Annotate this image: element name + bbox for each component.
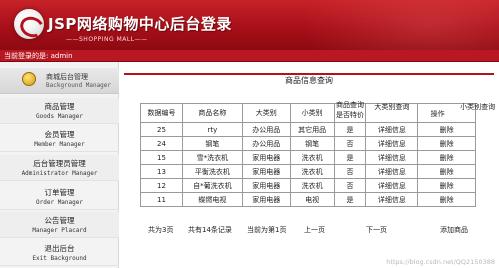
detail-link[interactable]: 详细信息 <box>365 164 419 179</box>
status-bar: 当前登录的是: admin <box>0 50 499 62</box>
table-row: 25 rty 办公用品 其它用品 是 详细信息 删除 <box>140 122 476 137</box>
sidebar-item-exit[interactable]: 退出后台 Exit Background <box>0 240 119 266</box>
total-records: 共有14条记录 <box>188 226 232 234</box>
cell-name: 钢笔 <box>181 136 243 151</box>
cell-id: 24 <box>140 136 183 151</box>
detail-link[interactable]: 详细信息 <box>365 150 419 165</box>
cell-id: 13 <box>140 164 183 179</box>
site-subtitle: ——SHOPPING MALL—— <box>66 36 148 43</box>
cell-big-category: 办公用品 <box>241 122 291 137</box>
cell-big-category: 家用电器 <box>241 178 291 193</box>
sidebar-item-members[interactable]: 会员管理 Member Manager <box>0 126 119 152</box>
next-page-link[interactable]: 下一页 <box>366 225 387 235</box>
sidebar-item-sublabel: Member Manager <box>34 141 85 148</box>
delete-link[interactable]: 删除 <box>417 122 476 137</box>
header-banner: JSP网络购物中心后台登录 ——SHOPPING MALL—— <box>0 0 499 50</box>
cell-id: 15 <box>140 150 183 165</box>
column-header: 操作 小类别查询 <box>417 103 495 123</box>
goods-table: 数据编号 商品名称 大类别 小类别 商品查询 是否特价 大类别查询 操作 小类别查询… <box>140 101 495 207</box>
table-row: 13 平衡洗衣机 家用电器 洗衣机 否 详细信息 删除 <box>140 164 476 179</box>
column-header: 数据编号 <box>140 103 183 123</box>
cell-special: 否 <box>333 178 367 193</box>
big-category-query-link[interactable]: 大类别查询 <box>367 102 416 112</box>
cell-small-category: 其它用品 <box>289 122 335 137</box>
cell-id: 25 <box>140 122 183 137</box>
cell-small-category: 电视 <box>289 192 335 207</box>
column-header: 小类别 <box>289 103 335 123</box>
sidebar-header-en: Background Manager <box>46 82 112 89</box>
cell-id: 11 <box>140 192 183 207</box>
delete-link[interactable]: 删除 <box>417 150 476 165</box>
cell-big-category: 办公用品 <box>241 136 291 151</box>
page-title: 商品信息查询 <box>285 76 333 85</box>
sidebar-item-label: 订单管理 <box>44 188 75 197</box>
cell-small-category: 洗衣机 <box>289 150 335 165</box>
cell-name: 雪*洗衣机 <box>181 150 243 165</box>
logo-icon <box>14 9 44 39</box>
table-row: 12 自*葡洗衣机 家用电器 洗衣机 否 详细信息 删除 <box>140 178 476 193</box>
table-row: 15 雪*洗衣机 家用电器 洗衣机 是 详细信息 删除 <box>140 150 476 165</box>
sidebar-item-administrators[interactable]: 后台管理员管理 Administrator Manager <box>0 155 119 181</box>
column-header: 商品查询 是否特价 <box>333 101 367 123</box>
prev-page-link[interactable]: 上一页 <box>304 225 325 235</box>
sidebar-item-label: 后台管理员管理 <box>33 159 86 168</box>
cell-special: 是 <box>333 150 367 165</box>
sidebar-item-label: 公告管理 <box>44 216 75 225</box>
cell-name: 自*葡洗衣机 <box>181 178 243 193</box>
sidebar-item-placard[interactable]: 公告管理 Manager Placard <box>0 212 119 238</box>
table-header-row: 数据编号 商品名称 大类别 小类别 商品查询 是否特价 大类别查询 操作 小类别查询 <box>140 101 495 123</box>
cell-name: 平衡洗衣机 <box>181 164 243 179</box>
pagination: 共为3页 共有14条记录 当前为第1页 上一页 下一页 添加商品 <box>140 225 480 237</box>
panel-title-bar: 商品信息查询 <box>124 73 494 87</box>
sidebar-header: 商城后台管理 Background Manager <box>0 68 119 94</box>
column-header: 商品名称 <box>181 103 243 123</box>
sidebar-item-sublabel: Administrator Manager <box>21 170 98 177</box>
cell-name: 蝶燃电视 <box>181 192 243 207</box>
sidebar-item-goods[interactable]: 商品管理 Goods Manager <box>0 98 119 124</box>
cell-big-category: 家用电器 <box>241 164 291 179</box>
goods-query-link[interactable]: 商品查询 <box>336 100 365 110</box>
sidebar-item-label: 商品管理 <box>44 102 75 111</box>
cell-special: 否 <box>333 136 367 151</box>
delete-link[interactable]: 删除 <box>417 164 476 179</box>
sidebar-item-sublabel: Manager Placard <box>32 227 87 234</box>
cell-special: 否 <box>333 164 367 179</box>
delete-link[interactable]: 删除 <box>417 178 476 193</box>
cell-big-category: 家用电器 <box>241 192 291 207</box>
admin-icon <box>22 72 36 86</box>
small-category-query-link[interactable]: 小类别查询 <box>451 102 499 112</box>
cell-special: 是 <box>333 192 367 207</box>
cell-small-category: 洗衣机 <box>289 164 335 179</box>
column-header: 大类别查询 <box>365 102 419 123</box>
site-title: JSP网络购物中心后台登录 <box>48 15 232 33</box>
cell-id: 12 <box>140 178 183 193</box>
watermark: https://blog.csdn.net/QQ2150388 <box>386 258 495 266</box>
delete-link[interactable]: 删除 <box>417 192 476 207</box>
cell-special: 是 <box>333 122 367 137</box>
sidebar: 商城后台管理 Background Manager 商品管理 Goods Man… <box>0 62 119 268</box>
cell-big-category: 家用电器 <box>241 150 291 165</box>
cell-name: rty <box>181 122 243 137</box>
sidebar-header-cn: 商城后台管理 <box>46 73 88 81</box>
column-header: 大类别 <box>241 103 291 123</box>
detail-link[interactable]: 详细信息 <box>365 192 419 207</box>
sidebar-item-label: 会员管理 <box>44 130 75 139</box>
total-pages: 共为3页 <box>148 226 174 234</box>
sidebar-item-sublabel: Order Manager <box>36 199 83 206</box>
login-status: 当前登录的是: admin <box>4 52 73 60</box>
table-row: 24 钢笔 办公用品 钢笔 否 详细信息 删除 <box>140 136 476 151</box>
detail-link[interactable]: 详细信息 <box>365 136 419 151</box>
sidebar-item-sublabel: Exit Background <box>32 255 87 262</box>
detail-link[interactable]: 详细信息 <box>365 122 419 137</box>
cell-small-category: 洗衣机 <box>289 178 335 193</box>
add-goods-link[interactable]: 添加商品 <box>440 225 468 235</box>
current-page: 当前为第1页 <box>247 226 287 234</box>
delete-link[interactable]: 删除 <box>417 136 476 151</box>
detail-link[interactable]: 详细信息 <box>365 178 419 193</box>
table-row: 11 蝶燃电视 家用电器 电视 是 详细信息 删除 <box>140 192 476 207</box>
sidebar-item-sublabel: Goods Manager <box>36 113 83 120</box>
cell-small-category: 钢笔 <box>289 136 335 151</box>
sidebar-item-label: 退出后台 <box>44 244 75 253</box>
sidebar-item-orders[interactable]: 订单管理 Order Manager <box>0 184 119 210</box>
